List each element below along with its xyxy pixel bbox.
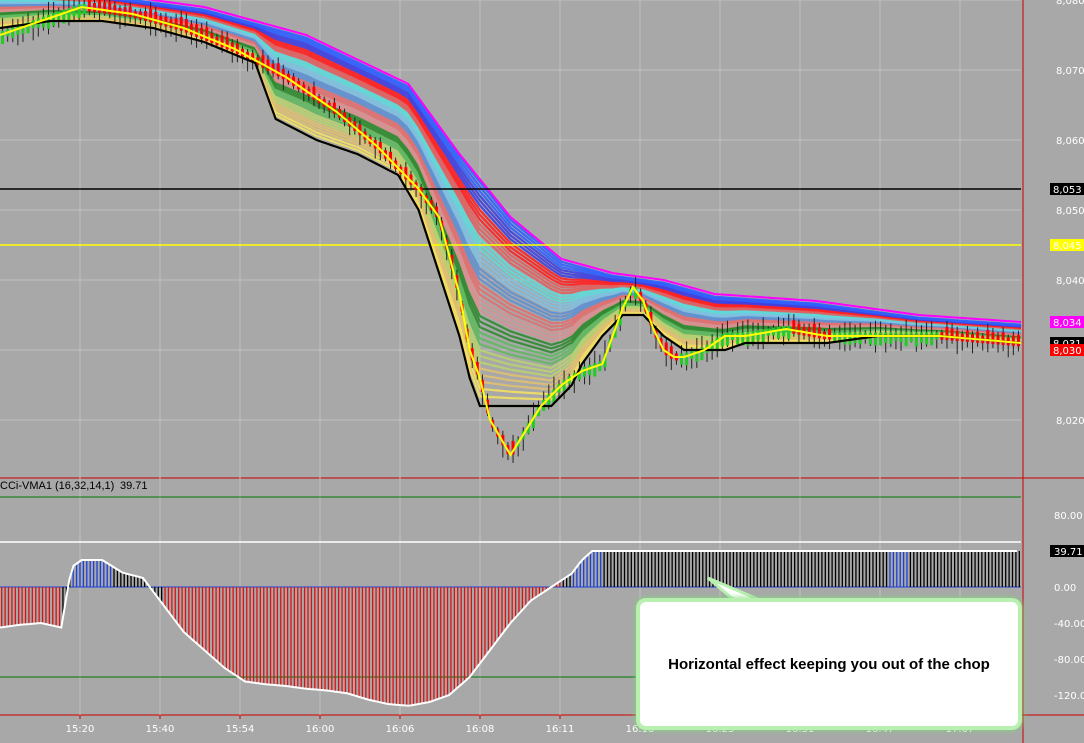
price-bar-body-155	[792, 320, 796, 334]
price-bar-body-20	[103, 2, 107, 14]
price-bar-body-159	[812, 323, 816, 338]
price-bar-body-178	[909, 332, 913, 342]
price-bar-body-10	[52, 13, 56, 26]
price-bar-body-34	[174, 18, 178, 30]
price-bar-body-147	[751, 331, 755, 343]
indicator-tick-label-2: 0.00	[1054, 583, 1076, 594]
price-marker-label-4: 8,030	[1053, 346, 1082, 357]
price-bar-body-182	[930, 332, 934, 346]
price-bar-body-39	[200, 27, 204, 39]
price-bar-body-37	[189, 24, 193, 35]
price-bar-body-52	[266, 59, 270, 71]
price-bar-body-32	[164, 16, 168, 27]
price-bar-body-114	[583, 366, 587, 377]
price-bar-body-173	[884, 332, 888, 343]
price-bar-body-174	[889, 332, 893, 344]
price-bar-body-193	[986, 329, 990, 344]
price-bar-body-115	[588, 364, 592, 376]
x-tick-label-3: 16:00	[306, 724, 335, 735]
price-bar-body-179	[914, 332, 918, 347]
price-bar-body-198	[1011, 335, 1015, 346]
price-bar-body-17	[87, 0, 91, 12]
price-bar-body-165	[843, 332, 847, 345]
price-bar-body-2	[11, 27, 15, 39]
price-tick-label-1: 8,070	[1056, 66, 1084, 77]
x-tick-label-2: 15:54	[226, 724, 255, 735]
indicator-tick-label-0: 80.00	[1054, 511, 1083, 522]
price-tick-label-4: 8,040	[1056, 276, 1084, 287]
price-bar-body-30	[154, 11, 158, 24]
price-bar-body-177	[904, 332, 908, 347]
price-bar-body-148	[756, 330, 760, 341]
price-bar-body-144	[736, 332, 740, 345]
price-bar-body-28	[143, 11, 147, 21]
price-bar-body-41	[210, 32, 214, 44]
price-bar-body-35	[179, 16, 183, 31]
price-tick-label-2: 8,060	[1056, 136, 1084, 147]
price-bar-body-171	[874, 332, 878, 346]
chart-root: 8,080 8,070 8,060 8,050 8,040 8,030 8,020 8,053…	[0, 0, 1084, 743]
indicator-title: CCi-VMA1 (16,32,14,1)	[0, 480, 114, 492]
price-bar-body-43	[220, 35, 224, 48]
price-marker-label-2: 8,034	[1053, 318, 1082, 329]
price-bar-body-170	[868, 332, 872, 345]
price-bar-body-187	[955, 330, 959, 342]
price-bar-body-29	[149, 8, 153, 23]
indicator-tick-label-5: -120.00	[1054, 691, 1084, 702]
price-bar-body-199	[1016, 335, 1020, 347]
x-tick-label-4: 16:06	[386, 724, 415, 735]
indicator-last-value: 39.71	[120, 480, 148, 492]
price-bar-body-156	[797, 324, 801, 335]
indicator-tick-label-4: -80.00	[1054, 655, 1084, 666]
price-bar-body-149	[761, 329, 765, 343]
price-bar-body-38	[195, 24, 199, 37]
price-bar-body-176	[899, 332, 903, 343]
price-bar-body-19	[98, 0, 102, 13]
price-bar-body-194	[991, 332, 995, 345]
x-tick-label-5: 16:08	[466, 724, 495, 735]
price-bar-body-134	[685, 352, 689, 366]
price-bar-body-154	[787, 325, 791, 340]
price-bar-body-181	[925, 332, 929, 345]
x-tick-label-6: 16:11	[546, 724, 575, 735]
price-bar-body-25	[128, 6, 132, 18]
price-bar-body-167	[853, 332, 857, 344]
price-bar-body-162	[828, 328, 832, 340]
price-bar-body-191	[976, 331, 980, 343]
price-bar-body-160	[817, 327, 821, 339]
price-bar-body-133	[680, 353, 684, 365]
annotation-callout: Horizontal effect keeping you out of the…	[636, 598, 1022, 730]
price-bar-body-186	[950, 328, 954, 341]
price-bar-body-116	[593, 363, 597, 377]
x-tick-label-1: 15:40	[146, 724, 175, 735]
price-bar-body-180	[919, 332, 923, 343]
price-bar-body-46	[235, 43, 239, 54]
price-bar-body-24	[123, 7, 127, 17]
price-bar-body-196	[1001, 332, 1005, 345]
price-marker-label-1: 8,045	[1053, 241, 1082, 252]
price-bar-body-14	[72, 6, 76, 17]
price-tick-label-0: 8,080	[1056, 0, 1084, 7]
indicator-value-marker-label: 39.71	[1054, 547, 1083, 558]
price-bar-body-15	[77, 4, 81, 18]
price-bar-body-44	[225, 36, 229, 50]
price-bar-body-185	[945, 326, 949, 341]
price-bar-body-172	[879, 332, 883, 346]
price-bar-body-0	[1, 30, 5, 45]
annotation-callout-text: Horizontal effect keeping you out of the…	[668, 655, 990, 673]
indicator-tick-label-3: -40.00	[1054, 619, 1084, 630]
price-bar-body-13	[67, 7, 71, 21]
price-bar-body-16	[82, 3, 86, 14]
price-bar-body-189	[965, 330, 969, 342]
price-bar-body-21	[108, 2, 112, 15]
price-marker-label-0: 8,053	[1053, 185, 1082, 196]
price-bar-body-142	[725, 332, 729, 346]
price-tick-label-3: 8,050	[1056, 206, 1084, 217]
price-bar-body-22	[113, 5, 117, 16]
price-tick-label-6: 8,020	[1056, 416, 1084, 427]
price-bar-body-152	[777, 326, 781, 339]
price-bar-body-153	[782, 325, 786, 337]
x-tick-label-0: 15:20	[66, 724, 95, 735]
